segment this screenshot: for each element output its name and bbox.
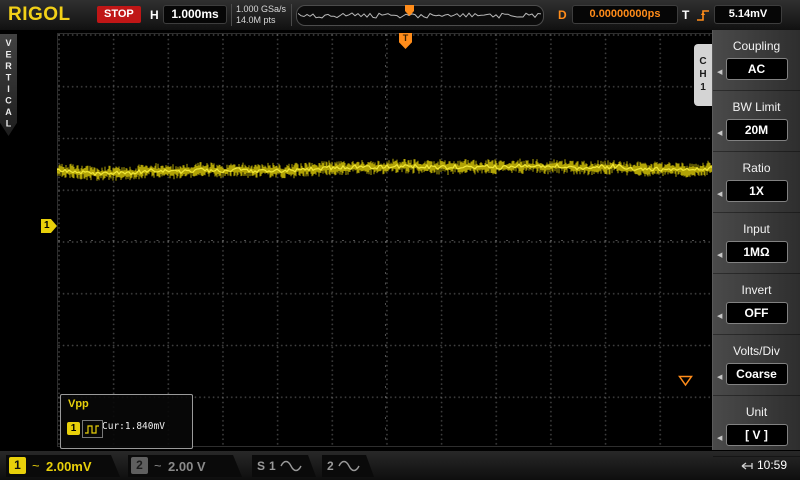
delay-value: 0.00000000ps (572, 5, 678, 24)
menu-item-value: [ V ] (726, 424, 788, 446)
left-arrow-icon (717, 312, 722, 320)
acquisition-status-badge: STOP (97, 6, 141, 23)
trigger-label: T (682, 8, 689, 22)
menu-item-value: 1MΩ (726, 241, 788, 263)
preview-wave-svg (298, 7, 542, 24)
brand-logo: RIGOL (8, 4, 71, 26)
menu-item-value: 1X (726, 180, 788, 202)
oscilloscope-screen: RIGOL STOP H 1.000ms 1.000 GSa/s 14.0M p… (0, 0, 800, 480)
menu-item-label: BW Limit (713, 91, 800, 114)
timebase-value: 1.000ms (163, 5, 227, 24)
left-arrow-icon (717, 190, 722, 198)
menu-item-value: Coarse (726, 363, 788, 385)
channel-menu-panel: Coupling AC BW Limit 20M Ratio 1X Input … (712, 30, 800, 450)
channel1-number: 1 (9, 457, 26, 474)
delay-label: D (558, 8, 567, 22)
left-arrow-icon (717, 129, 722, 137)
usb-icon (738, 460, 754, 472)
menu-tab-label: CH1 (698, 56, 709, 95)
source1-number: 1 (269, 459, 276, 473)
memory-depth: 14.0M pts (236, 15, 286, 26)
top-status-bar: RIGOL STOP H 1.000ms 1.000 GSa/s 14.0M p… (0, 0, 800, 31)
menu-item-unit[interactable]: Unit [ V ] (713, 396, 800, 457)
left-arrow-icon (717, 251, 722, 259)
source2-number: 2 (327, 459, 334, 473)
menu-item-label: Volts/Div (713, 335, 800, 358)
measurement-name: Vpp (68, 398, 89, 410)
trigger-edge-icon (695, 6, 711, 24)
menu-item-label: Coupling (713, 30, 800, 53)
measurement-wave-icon (82, 420, 103, 438)
sample-rate: 1.000 GSa/s (236, 4, 286, 15)
waveform-preview-strip (296, 5, 544, 26)
menu-item-value: AC (726, 58, 788, 80)
waveform-svg (57, 33, 713, 447)
sine-icon (338, 459, 362, 473)
menu-item-label: Input (713, 213, 800, 236)
left-arrow-icon (717, 68, 722, 76)
menu-item-input[interactable]: Input 1MΩ (713, 213, 800, 274)
trigger-offscreen-arrow-icon (678, 375, 693, 387)
menu-item-ratio[interactable]: Ratio 1X (713, 152, 800, 213)
preview-wave (298, 13, 541, 18)
measurement-channel-badge: 1 (67, 422, 80, 435)
measurement-box: Vpp Cur:1.840mV Avg:1.910mV Min:1.600mV … (60, 394, 193, 449)
menu-item-label: Unit (713, 396, 800, 419)
waveform-noise (57, 159, 713, 181)
vertical-menu-tab-label: VERTICAL (4, 38, 14, 136)
menu-item-invert[interactable]: Invert OFF (713, 274, 800, 335)
channel2-number: 2 (131, 457, 148, 474)
source2-badge[interactable]: 2 (322, 455, 374, 477)
menu-item-value: 20M (726, 119, 788, 141)
divider (291, 4, 292, 26)
left-arrow-icon (717, 434, 722, 442)
menu-item-coupling[interactable]: Coupling AC (713, 30, 800, 91)
source1-badge[interactable]: S 1 (252, 455, 316, 477)
source-s-label: S (257, 459, 265, 473)
clock: 10:59 (757, 458, 787, 472)
channel1-scale: 2.00mV (46, 459, 92, 474)
channel2-badge[interactable]: 2 ~ 2.00 V (128, 455, 242, 477)
measurement-cur: Cur:1.840mV (102, 421, 165, 433)
trigger-level-value: 5.14mV (714, 5, 782, 24)
menu-item-volts-div[interactable]: Volts/Div Coarse (713, 335, 800, 396)
menu-tab-ch1[interactable]: CH1 (694, 44, 712, 106)
menu-item-value: OFF (726, 302, 788, 324)
sample-rate-block: 1.000 GSa/s 14.0M pts (236, 4, 286, 26)
menu-item-label: Invert (713, 274, 800, 297)
channel2-coupling-symbol: ~ (154, 458, 162, 473)
channel1-ground-marker: 1 (41, 219, 57, 233)
vertical-menu-tab[interactable]: VERTICAL (0, 34, 17, 136)
divider (231, 4, 232, 26)
channel1-coupling-symbol: ~ (32, 458, 40, 473)
left-arrow-icon (717, 373, 722, 381)
channel2-scale: 2.00 V (168, 459, 206, 474)
sine-icon (280, 459, 304, 473)
channel1-badge[interactable]: 1 ~ 2.00mV (6, 455, 120, 477)
bottom-status-bar: 1 ~ 2.00mV 2 ~ 2.00 V S 1 2 10:59 (0, 450, 800, 480)
horizontal-label: H (150, 8, 159, 22)
menu-item-bw-limit[interactable]: BW Limit 20M (713, 91, 800, 152)
menu-item-label: Ratio (713, 152, 800, 175)
